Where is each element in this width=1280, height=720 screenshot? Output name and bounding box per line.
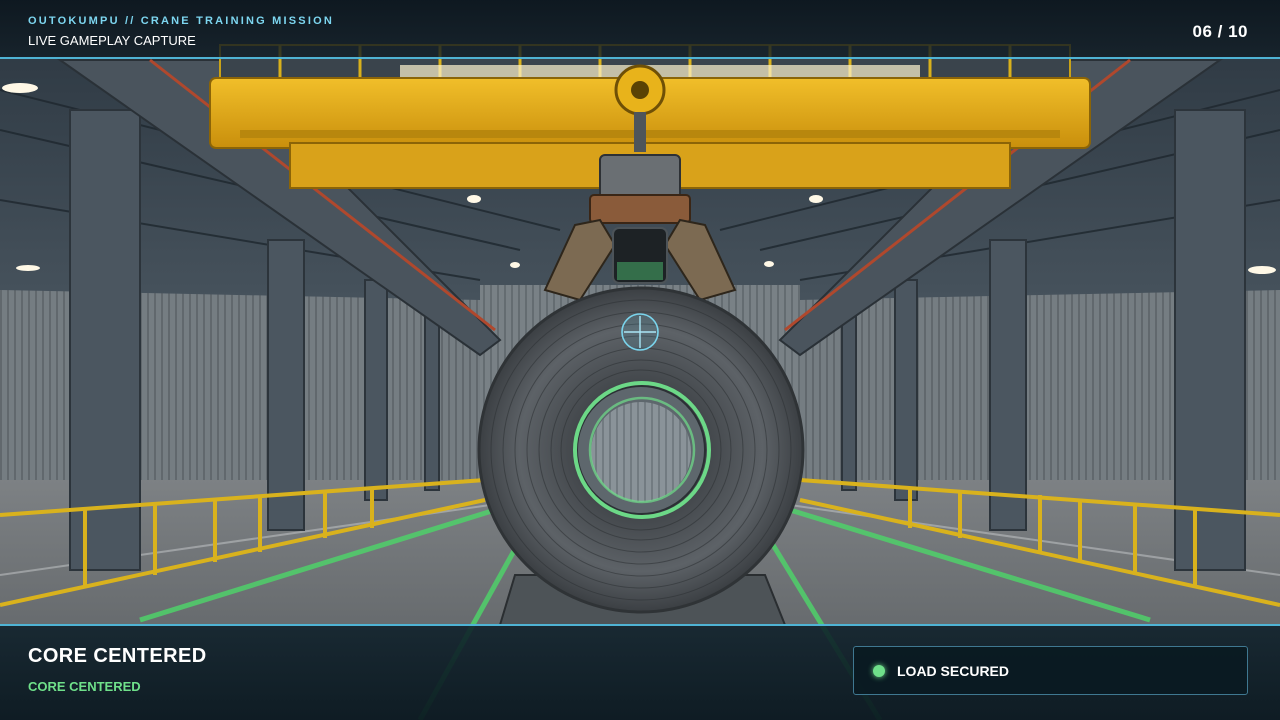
warehouse-scene (0, 0, 1280, 720)
load-status-panel: LOAD SECURED (853, 646, 1248, 695)
status-heading: CORE CENTERED (28, 645, 207, 667)
alignment-ring-icon (573, 381, 711, 519)
progress-counter: 06 / 10 (1192, 22, 1248, 41)
crosshair-icon (621, 313, 659, 351)
status-dot-icon (873, 665, 885, 677)
top-hud-bar: OUTOKUMPU // CRANE TRAINING MISSION LIVE… (0, 0, 1280, 59)
mission-title: OUTOKUMPU // CRANE TRAINING MISSION (28, 15, 334, 27)
status-subtext: CORE CENTERED (28, 679, 141, 694)
capture-label: LIVE GAMEPLAY CAPTURE (28, 33, 196, 48)
bottom-hud-bar: CORE CENTERED CORE CENTERED LOAD SECURED (0, 624, 1280, 720)
load-status-label: LOAD SECURED (897, 663, 1010, 679)
